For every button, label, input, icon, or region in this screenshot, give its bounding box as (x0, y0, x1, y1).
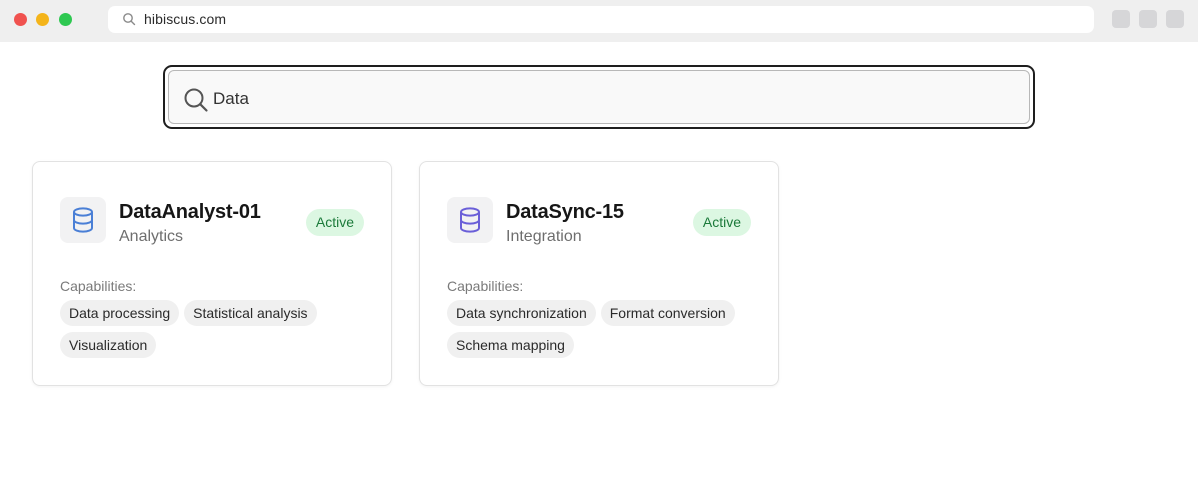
card-icon-container (447, 197, 493, 243)
search-icon (184, 88, 208, 112)
capabilities-list: Data processing Statistical analysis Vis… (60, 300, 360, 358)
maximize-window-button[interactable] (59, 13, 72, 26)
capability-chip: Data processing (60, 300, 180, 326)
capabilities-label: Capabilities: (447, 278, 524, 294)
address-url: hibiscus.com (144, 11, 227, 27)
database-icon (73, 207, 93, 233)
agent-type: Integration (506, 228, 582, 245)
capability-chip: Format conversion (600, 300, 735, 326)
card-icon-container (60, 197, 106, 243)
toolbar-button[interactable] (1139, 10, 1157, 28)
capabilities-label: Capabilities: (60, 278, 137, 294)
browser-toolbar: hibiscus.com (0, 0, 1198, 42)
search-box (163, 65, 1035, 129)
search-input[interactable] (213, 83, 993, 115)
capability-chip: Statistical analysis (184, 300, 317, 326)
address-bar[interactable]: hibiscus.com (108, 6, 1094, 33)
agent-card[interactable]: DataAnalyst-01 Analytics Active Capabili… (32, 161, 392, 386)
minimize-window-button[interactable] (36, 13, 49, 26)
capability-chip: Visualization (60, 332, 157, 358)
toolbar-button[interactable] (1112, 10, 1130, 28)
agent-name: DataSync-15 (506, 201, 624, 223)
capabilities-list: Data synchronization Format conversion S… (447, 300, 747, 358)
search-field[interactable] (168, 70, 1030, 124)
capability-chip: Data synchronization (447, 300, 596, 326)
search-icon (123, 13, 136, 26)
capability-chip: Schema mapping (447, 332, 574, 358)
agent-type: Analytics (119, 228, 184, 245)
status-badge: Active (305, 209, 364, 236)
agent-name: DataAnalyst-01 (119, 201, 261, 223)
status-badge: Active (692, 209, 751, 236)
toolbar-button[interactable] (1166, 10, 1184, 28)
close-window-button[interactable] (14, 13, 27, 26)
agent-card[interactable]: DataSync-15 Integration Active Capabilit… (419, 161, 779, 386)
database-icon (460, 207, 480, 233)
